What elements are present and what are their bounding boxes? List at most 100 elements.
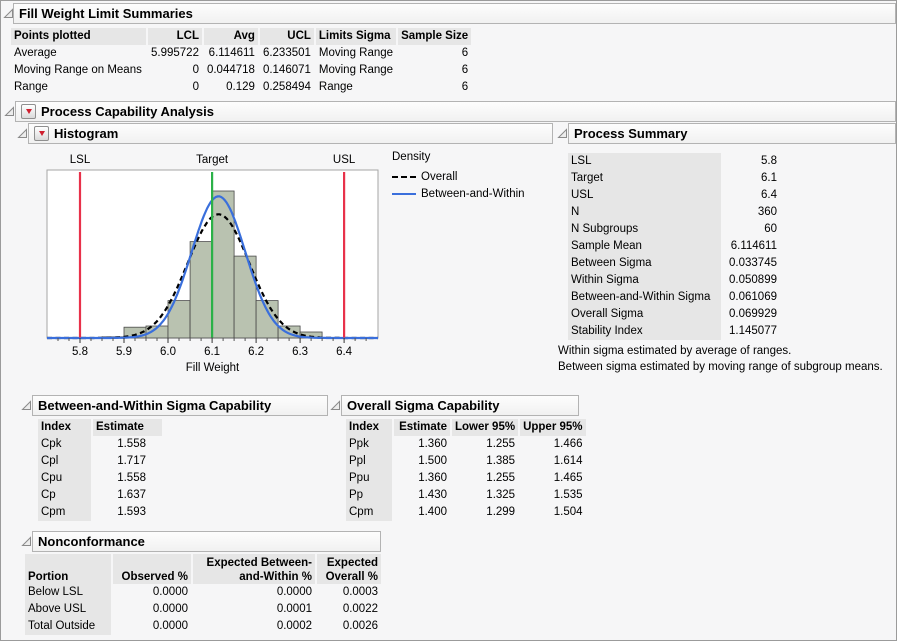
disclosure-triangle-icon[interactable] [4,106,15,117]
cell-value: 0.061069 [723,289,780,306]
tick-label: 5.9 [116,346,132,358]
cell-value: 1.400 [394,504,450,521]
cell-value: 1.255 [452,470,518,487]
cell-value: 0.0000 [113,584,191,601]
cell-value: 6 [398,45,471,62]
row-label: Target [568,170,721,187]
cell-value: 0.044718 [204,62,258,79]
red-menu-button[interactable] [21,104,36,119]
cell-value: 6.114611 [723,238,780,255]
histogram-bar [212,191,234,338]
outline-title-label: Histogram [54,126,118,141]
cell-value: 0 [148,79,202,96]
disclosure-triangle-icon[interactable] [21,536,32,547]
outline-title-process-summary[interactable]: Process Summary [568,123,896,144]
cell-value: Moving Range [316,45,396,62]
cell-value: 6.233501 [260,45,314,62]
row-label: Within Sigma [568,272,721,289]
cell-value: 1.385 [452,453,518,470]
row-label: Cp [38,487,91,504]
row-label: Cpl [38,453,91,470]
row-label: Cpm [346,504,392,521]
outline-title-histogram[interactable]: Histogram [28,123,553,144]
column-header: Estimate [394,419,450,436]
row-label: Overall Sigma [568,306,721,323]
footnote-between-sigma: Between sigma estimated by moving range … [558,360,883,376]
legend-title: Density [392,151,525,163]
outline-title-bw-sigma-capability[interactable]: Between-and-Within Sigma Capability [32,395,328,416]
table-row: Pp1.4301.3251.535 [346,487,586,504]
table-row: Range00.1290.258494Range6 [11,79,471,96]
table-row: Overall Sigma0.069929 [568,306,780,323]
legend-entry-between-and-within: Between-and-Within [392,185,525,202]
disclosure-triangle-icon[interactable] [557,128,568,139]
cell-value: 1.535 [520,487,585,504]
column-header: UCL [260,28,314,45]
limit-summaries-table: Points plottedLCLAvgUCLLimits SigmaSampl… [9,28,473,96]
column-header: Upper 95% [520,419,585,436]
disclosure-triangle-icon[interactable] [21,400,32,411]
cell-value: 1.360 [394,470,450,487]
cell-value: Range [316,79,396,96]
cell-value: 0.129 [204,79,258,96]
column-header: Sample Size [398,28,471,45]
outline-title-process-capability-analysis[interactable]: Process Capability Analysis [15,101,896,122]
cell-value: 1.360 [394,436,450,453]
header-row: IndexEstimate [38,419,162,436]
column-header: Estimate [93,419,162,436]
outline-title-nonconformance[interactable]: Nonconformance [32,531,381,552]
row-label: N Subgroups [568,221,721,238]
table-row: Total Outside0.00000.00020.0026 [25,618,381,635]
outline-title-overall-sigma-capability[interactable]: Overall Sigma Capability [341,395,579,416]
cell-value: 0.069929 [723,306,780,323]
cell-value: 0.258494 [260,79,314,96]
cell-value: 1.145077 [723,323,780,340]
cell-value: 1.558 [93,436,162,453]
cell-value: 0.0000 [193,584,315,601]
outline-title-label: Between-and-Within Sigma Capability [38,398,271,413]
bw-capability-table: IndexEstimateCpk1.558Cpl1.717Cpu1.558Cp1… [36,419,164,521]
row-label: Ppk [346,436,392,453]
table-row: Cpk1.558 [38,436,162,453]
cell-value: 6 [398,62,471,79]
table-row: Cpm1.593 [38,504,162,521]
outline-title-label: Process Capability Analysis [41,104,214,119]
disclosure-triangle-icon[interactable] [17,128,28,139]
table-row: Cp1.637 [38,487,162,504]
table-row: N Subgroups60 [568,221,780,238]
row-label: Total Outside [25,618,111,635]
spec-label-target: Target [196,154,229,166]
cell-value: 0.0003 [317,584,381,601]
disclosure-triangle-icon[interactable] [330,400,341,411]
cell-value: 1.637 [93,487,162,504]
row-label: Ppu [346,470,392,487]
spec-label-lsl: LSL [70,154,91,166]
row-label: Sample Mean [568,238,721,255]
header-row: PortionObserved %Expected Between- and-W… [25,554,381,584]
process-summary-table: LSL5.8Target6.1USL6.4N360N Subgroups60Sa… [566,153,782,340]
table-row: Ppu1.3601.2551.465 [346,470,586,487]
cell-value: 6 [398,79,471,96]
cell-value: 1.465 [520,470,585,487]
outline-title-fill-weight-limit-summaries[interactable]: Fill Weight Limit Summaries [13,3,896,24]
spec-label-usl: USL [333,154,356,166]
column-header: Points plotted [11,28,146,45]
cell-value: 1.558 [93,470,162,487]
table-row: Moving Range on Means00.0447180.146071Mo… [11,62,471,79]
cell-value: 1.717 [93,453,162,470]
cell-value: 5.995722 [148,45,202,62]
cell-value: 0.0026 [317,618,381,635]
cell-value: 1.614 [520,453,585,470]
table-row: USL6.4 [568,187,780,204]
cell-value: 0.0002 [193,618,315,635]
row-label: Cpu [38,470,91,487]
overall-capability-table: IndexEstimateLower 95%Upper 95%Ppk1.3601… [344,419,588,521]
cell-value: 0.0000 [113,618,191,635]
row-label: LSL [568,153,721,170]
histogram-legend: Density Overall Between-and-Within [392,151,525,202]
x-axis-label: Fill Weight [186,362,240,374]
red-menu-button[interactable] [34,126,49,141]
sigma-footnotes: Within sigma estimated by average of ran… [558,344,883,375]
row-label: Below LSL [25,584,111,601]
cell-value: 1.299 [452,504,518,521]
